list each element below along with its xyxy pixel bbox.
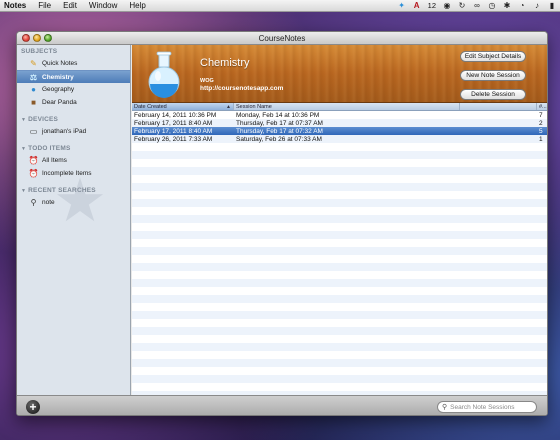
sidebar-item-all-items[interactable]: ⏰ All Items	[17, 154, 130, 167]
title-bar[interactable]: CourseNotes	[17, 32, 547, 45]
subject-header: Chemistry WOG http://coursenotesapp.com …	[132, 45, 547, 103]
add-subject-button[interactable]: +	[26, 400, 40, 414]
alarm-clock-icon: ⏰	[28, 156, 39, 165]
sidebar-item-label: jonathan's iPad	[42, 128, 87, 135]
search-icon: ⚲	[442, 404, 448, 411]
menu-app-name[interactable]: Notes	[0, 1, 32, 10]
cell-count: 1	[539, 135, 543, 143]
cell-session-name: Thursday, Feb 17 at 07:37 AM	[236, 119, 323, 127]
cell-date-created: February 14, 2011 10:36 PM	[134, 111, 217, 119]
column-header-session-name[interactable]: Session Name	[234, 103, 460, 110]
sidebar-item-dear-panda[interactable]: ■ Dear Panda	[17, 96, 130, 109]
cell-date-created: February 17, 2011 8:40 AM	[134, 127, 213, 135]
eye-icon[interactable]: ◉	[443, 1, 451, 10]
cell-count: 2	[539, 119, 543, 127]
table-row[interactable]: February 14, 2011 10:36 PM Monday, Feb 1…	[132, 111, 547, 119]
column-header-count[interactable]: #...	[537, 103, 547, 110]
menu-edit[interactable]: Edit	[57, 1, 83, 10]
sidebar-section-subjects: SUBJECTS	[21, 48, 58, 55]
sync-icon[interactable]: ↻	[458, 1, 466, 10]
coursenotes-watermark-icon: ★	[53, 167, 107, 234]
book-icon: ■	[31, 98, 36, 107]
menu-bar: Notes File Edit Window Help ✦ A 12 ◉ ↻ ∞…	[0, 0, 560, 12]
table-row[interactable]: February 26, 2011 7:33 AM Saturday, Feb …	[132, 135, 547, 143]
volume-icon[interactable]: ♪	[533, 1, 541, 10]
sidebar-section-todo[interactable]: ▼ TODO ITEMS	[17, 142, 130, 154]
delete-session-button[interactable]: Delete Session	[460, 89, 526, 100]
cell-session-name: Saturday, Feb 26 at 07:33 AM	[236, 135, 322, 143]
column-header-date-created[interactable]: Date Created ▲	[132, 103, 234, 110]
sidebar-item-ipad[interactable]: ▭ jonathan's iPad	[17, 125, 130, 138]
cell-date-created: February 17, 2011 8:40 AM	[134, 119, 213, 127]
globe-icon: ●	[31, 85, 36, 94]
table-row-selected[interactable]: February 17, 2011 8:40 AM Thursday, Feb …	[132, 127, 547, 135]
time-machine-icon[interactable]: ◷	[488, 1, 496, 10]
window-title: CourseNotes	[258, 34, 306, 43]
search-field[interactable]: ⚲	[437, 401, 537, 413]
sessions-table: Date Created ▲ Session Name #... February…	[132, 103, 547, 395]
subject-url-link[interactable]: http://coursenotesapp.com	[200, 85, 283, 92]
subject-subtitle: WOG	[200, 78, 214, 84]
table-header: Date Created ▲ Session Name #...	[132, 103, 547, 111]
column-header-blank	[460, 103, 537, 110]
binoculars-icon[interactable]: ∞	[473, 1, 481, 10]
sidebar-item-geography[interactable]: ● Geography	[17, 83, 130, 96]
sidebar-item-label: All Items	[42, 157, 67, 164]
alarm-clock-icon: ⏰	[28, 169, 39, 178]
sidebar-item-label: Dear Panda	[42, 99, 77, 106]
edit-subject-details-button[interactable]: Edit Subject Details	[460, 51, 526, 62]
menu-window[interactable]: Window	[83, 1, 123, 10]
flask-icon: ⚖	[29, 72, 38, 82]
search-icon: ⚲	[30, 198, 37, 207]
sidebar-item-label: Quick Notes	[42, 60, 78, 67]
adobe-icon[interactable]: A	[413, 1, 421, 10]
ipad-icon: ▭	[29, 127, 38, 136]
subject-title: Chemistry	[200, 57, 250, 69]
twitter-bird-icon[interactable]: ✦	[398, 1, 406, 10]
wifi-icon[interactable]: ◔	[518, 1, 526, 10]
battery-icon[interactable]: ▮	[548, 1, 556, 10]
cell-date-created: February 26, 2011 7:33 AM	[134, 135, 213, 143]
sort-ascending-icon: ▲	[226, 103, 231, 110]
sidebar-item-quick-notes[interactable]: ✎ Quick Notes	[17, 57, 130, 70]
cell-count: 5	[539, 127, 543, 135]
sidebar: ★ SUBJECTS ✎ Quick Notes ⚖ Chemistry ● G…	[17, 45, 131, 395]
cell-session-name: Thursday, Feb 17 at 07:32 AM	[236, 127, 323, 135]
sidebar-item-label: Geography	[42, 86, 75, 93]
coursenotes-window: CourseNotes ★ SUBJECTS ✎ Quick Notes ⚖ C…	[16, 31, 548, 416]
table-row[interactable]: February 17, 2011 8:40 AM Thursday, Feb …	[132, 119, 547, 127]
bluetooth-icon[interactable]: ✱	[503, 1, 511, 10]
new-note-session-button[interactable]: New Note Session	[460, 70, 526, 81]
flask-icon	[148, 51, 180, 98]
search-input[interactable]	[450, 403, 531, 411]
cell-count: 7	[539, 111, 543, 119]
sidebar-item-label: Chemistry	[42, 73, 74, 81]
sidebar-section-devices[interactable]: ▼ DEVICES	[17, 113, 130, 125]
menu-extras: ✦ A 12 ◉ ↻ ∞ ◷ ✱ ◔ ♪ ▮	[398, 1, 560, 10]
menu-help[interactable]: Help	[123, 1, 151, 10]
menu-file[interactable]: File	[32, 1, 57, 10]
bottom-toolbar: + ⚲	[17, 395, 547, 415]
cell-session-name: Monday, Feb 14 at 10:36 PM	[236, 111, 320, 119]
menu-status-count[interactable]: 12	[428, 1, 436, 10]
sidebar-item-chemistry[interactable]: ⚖ Chemistry	[17, 70, 130, 83]
pencil-icon: ✎	[30, 59, 37, 68]
